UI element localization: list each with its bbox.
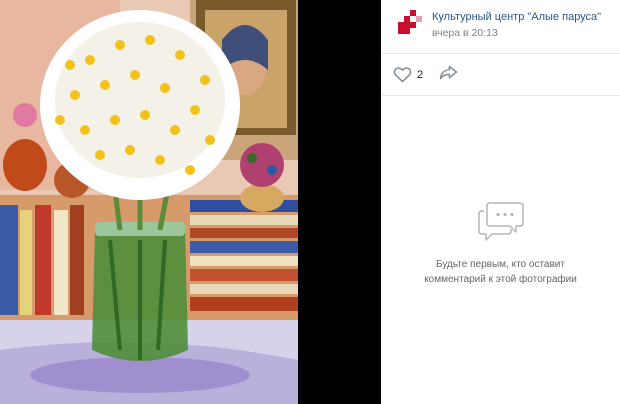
heart-icon	[393, 67, 412, 83]
culture-center-logo[interactable]	[398, 10, 422, 34]
empty-comments-line2: комментарий к этой фотографии	[424, 274, 577, 285]
post-time[interactable]: вчера в 20:13	[432, 26, 601, 40]
empty-comments: Будьте первым, кто оставит комментарий к…	[381, 199, 620, 287]
photo-pane[interactable]	[0, 0, 381, 404]
comments-bubble-icon	[477, 202, 524, 241]
share-arrow-icon	[439, 65, 458, 80]
like-count: 2	[417, 68, 424, 81]
photo-viewer: Культурный центр "Алые паруса" вчера в 2…	[0, 0, 620, 404]
author-name-link[interactable]: Культурный центр "Алые паруса"	[432, 10, 601, 24]
share-button[interactable]	[439, 65, 458, 84]
painting-photo	[0, 0, 298, 404]
like-button[interactable]: 2	[393, 66, 423, 83]
post-header: Культурный центр "Алые паруса" вчера в 2…	[381, 0, 620, 54]
comments-area: Будьте первым, кто оставит комментарий к…	[381, 96, 620, 404]
photo-sidebar: Культурный центр "Алые паруса" вчера в 2…	[381, 0, 620, 404]
empty-comments-text: Будьте первым, кто оставит комментарий к…	[381, 257, 620, 287]
empty-comments-line1: Будьте первым, кто оставит	[436, 259, 565, 270]
post-actions: 2	[381, 54, 620, 96]
